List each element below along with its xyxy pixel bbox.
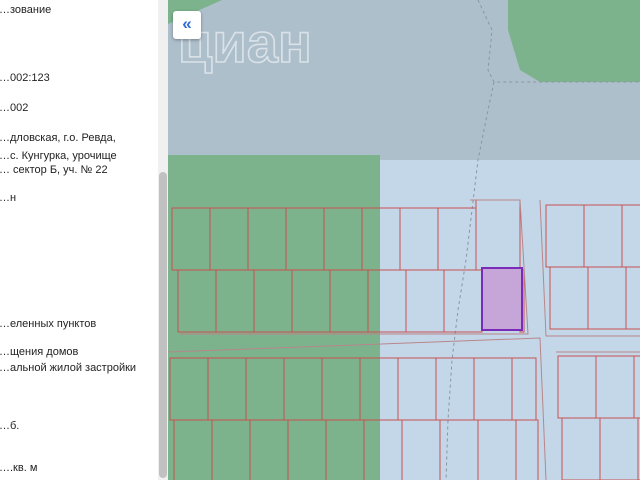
info-line-cadastral-number: …002:123: [0, 72, 50, 84]
cian-watermark: циан: [177, 10, 312, 75]
info-line-usage: …зование: [0, 4, 52, 16]
info-panel: …зование …002:123 …002 …дловская, г.о. Р…: [0, 0, 158, 480]
info-line-unit-cost: ….кв. м: [0, 462, 38, 474]
panel-scrollbar[interactable]: [158, 0, 168, 480]
scrollbar-thumb[interactable]: [159, 172, 167, 478]
info-line-permitted-use-1: …щения домов: [0, 346, 79, 358]
water-zone-strip: [376, 140, 640, 160]
collapse-panel-button[interactable]: «: [173, 11, 201, 39]
double-chevron-left-icon: «: [182, 14, 192, 33]
forest-left: [168, 155, 380, 480]
info-line-cost: …б.: [0, 420, 20, 432]
info-line-category: …еленных пунктов: [0, 318, 97, 330]
info-line-address-3: … сектор Б, уч. № 22: [0, 164, 108, 176]
cadastral-map[interactable]: циан: [168, 0, 640, 480]
info-line-status: …н: [0, 192, 17, 204]
forest-top-right: [508, 0, 640, 82]
info-line-permitted-use-2: …альной жилой застройки: [0, 362, 137, 374]
info-line-address-1: …дловская, г.о. Ревда,: [0, 132, 116, 144]
info-line-quarter: …002: [0, 102, 29, 114]
selected-parcel[interactable]: [481, 267, 523, 331]
info-line-address-2: …с. Кунгурка, урочище: [0, 150, 117, 162]
